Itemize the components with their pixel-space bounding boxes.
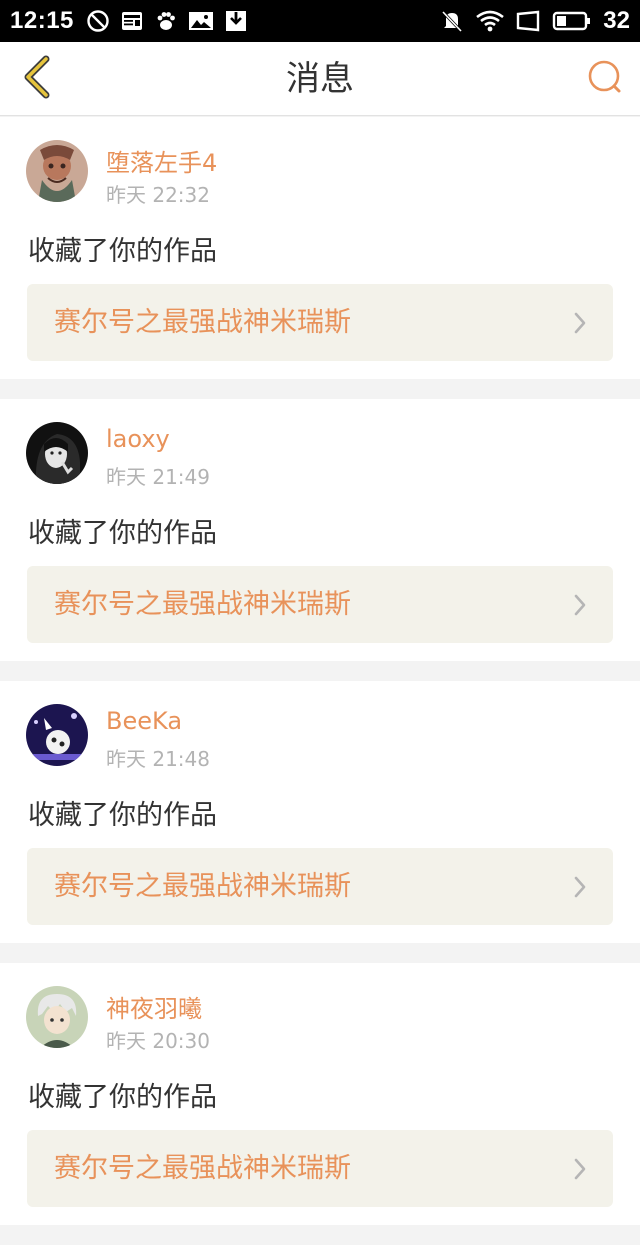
action-text: 收藏了你的作品 [28, 800, 217, 831]
chevron-right-icon [573, 311, 587, 339]
status-time: 12:15 [10, 7, 74, 34]
work-link[interactable]: 赛尔号之最强战神米瑞斯 [27, 848, 613, 925]
avatar[interactable] [26, 986, 88, 1048]
action-text: 收藏了你的作品 [28, 236, 217, 267]
chevron-right-icon [573, 875, 587, 903]
news-icon [120, 9, 144, 33]
message-card: 神夜羽曦 昨天 20:30 收藏了你的作品 赛尔号之最强战神米瑞斯 [0, 963, 640, 1225]
username[interactable]: 堕落左手4 [106, 143, 217, 178]
work-title: 赛尔号之最强战神米瑞斯 [54, 307, 351, 338]
chevron-right-icon [573, 1157, 587, 1185]
timestamp: 昨天 21:49 [106, 465, 210, 489]
timestamp: 昨天 20:30 [106, 1029, 210, 1053]
mute-icon [439, 8, 465, 34]
status-bar: 12:15 32 [0, 0, 640, 42]
message-list: 堕落左手4 昨天 22:32 收藏了你的作品 赛尔号之最强战神米瑞斯 laoxy… [0, 117, 640, 1245]
work-link[interactable]: 赛尔号之最强战神米瑞斯 [27, 284, 613, 361]
search-button[interactable] [582, 56, 628, 102]
work-title: 赛尔号之最强战神米瑞斯 [54, 871, 351, 902]
work-link[interactable]: 赛尔号之最强战神米瑞斯 [27, 566, 613, 643]
download-icon [224, 9, 248, 33]
chevron-left-icon [20, 55, 54, 103]
message-card: BeeKa 昨天 21:48 收藏了你的作品 赛尔号之最强战神米瑞斯 [0, 681, 640, 943]
username[interactable]: 神夜羽曦 [106, 989, 202, 1024]
wifi-icon [475, 8, 505, 34]
app-header: 消息 [0, 42, 640, 116]
work-title: 赛尔号之最强战神米瑞斯 [54, 1153, 351, 1184]
battery-icon [551, 9, 593, 33]
work-link[interactable]: 赛尔号之最强战神米瑞斯 [27, 1130, 613, 1207]
image-icon [188, 9, 214, 33]
search-icon [586, 58, 624, 100]
page-title: 消息 [286, 59, 354, 99]
chevron-right-icon [573, 593, 587, 621]
avatar[interactable] [26, 422, 88, 484]
back-button[interactable] [12, 52, 62, 106]
timestamp: 昨天 21:48 [106, 747, 210, 771]
timestamp: 昨天 22:32 [106, 183, 210, 207]
action-text: 收藏了你的作品 [28, 1082, 217, 1113]
message-card: 堕落左手4 昨天 22:32 收藏了你的作品 赛尔号之最强战神米瑞斯 [0, 117, 640, 379]
action-text: 收藏了你的作品 [28, 518, 217, 549]
avatar[interactable] [26, 704, 88, 766]
window-icon [515, 9, 541, 33]
work-title: 赛尔号之最强战神米瑞斯 [54, 589, 351, 620]
message-card: laoxy 昨天 21:49 收藏了你的作品 赛尔号之最强战神米瑞斯 [0, 399, 640, 661]
username[interactable]: laoxy [106, 425, 170, 453]
avatar[interactable] [26, 140, 88, 202]
battery-level: 32 [603, 7, 630, 34]
username[interactable]: BeeKa [106, 707, 182, 735]
no-disturb-icon [86, 9, 110, 33]
paw-icon [154, 9, 178, 33]
